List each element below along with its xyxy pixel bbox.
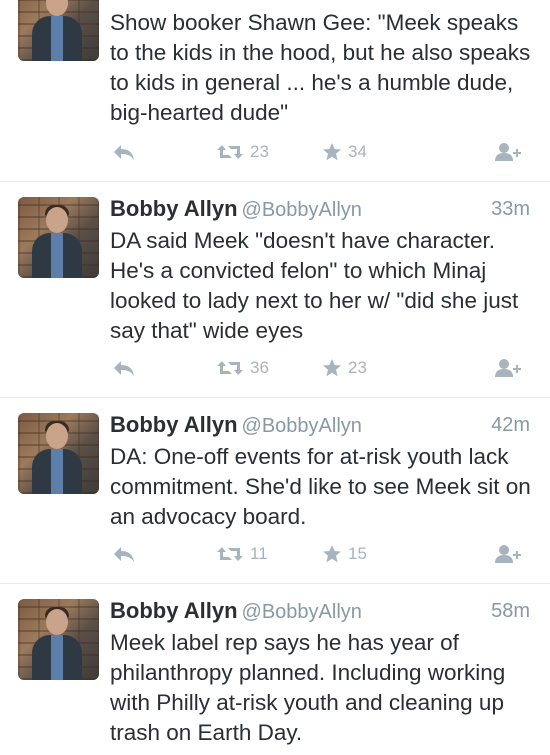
tweet-text: Show booker Shawn Gee: "Meek speaks to t… [110,10,531,125]
follow-user-icon [495,359,521,377]
reply-icon [114,547,134,562]
author-name[interactable]: Bobby Allyn @BobbyAllyn [110,196,362,222]
author-name[interactable]: Bobby Allyn @BobbyAllyn [110,412,362,438]
favorite-count: 15 [348,544,367,563]
author-handle[interactable]: @BobbyAllyn [242,415,362,437]
author-handle[interactable]: @BobbyAllyn [242,199,362,221]
avatar[interactable] [18,599,99,680]
reply-button[interactable] [112,539,136,569]
tweet-timestamp[interactable]: 33m [491,198,530,221]
tweet-actions: 36 23 [110,353,530,383]
author-handle[interactable]: @BobbyAllyn [242,601,362,623]
tweet[interactable]: Bobby Allyn @BobbyAllyn 42m DA: One-off e… [0,398,550,582]
retweet-icon [217,361,243,375]
favorite-button[interactable]: 15 [322,539,367,569]
retweet-icon [217,145,243,159]
retweet-button[interactable]: 23 [216,137,269,167]
tweet[interactable]: Bobby Allyn @BobbyAllyn 33m DA said Meek … [0,182,550,396]
follow-user-icon [495,143,521,161]
retweet-count: 11 [250,544,268,563]
avatar[interactable] [18,197,99,278]
retweet-button[interactable]: 11 [216,539,268,569]
favorite-button[interactable]: 23 [322,353,367,383]
tweet[interactable]: Bobby Allyn @BobbyAllyn 58m Meek label re… [0,584,550,755]
tweet-text: Meek label rep says he has year of phila… [110,630,506,745]
follow-button[interactable] [494,353,524,383]
favorite-count: 23 [348,358,367,377]
reply-icon [114,145,134,160]
favorite-star-icon [323,545,341,563]
follow-button[interactable] [494,137,524,167]
favorite-star-icon [323,359,341,377]
tweet-text: DA: One-off events for at-risk youth lac… [110,444,531,529]
reply-button[interactable] [112,137,136,167]
author-name[interactable]: Bobby Allyn @BobbyAllyn [110,598,362,624]
retweet-count: 23 [250,142,269,161]
retweet-count: 36 [250,358,269,377]
tweet-text: DA said Meek "doesn't have character. He… [110,228,519,343]
avatar[interactable] [18,0,99,61]
follow-button[interactable] [494,539,524,569]
follow-user-icon [495,545,521,563]
tweet-timestamp[interactable]: 42m [491,414,530,437]
tweet-actions: 23 34 [110,137,530,167]
tweet-actions: 11 15 [110,539,530,569]
favorite-count: 34 [348,142,367,161]
tweet-timestamp[interactable]: 58m [491,600,530,623]
retweet-icon [217,547,243,561]
favorite-star-icon [323,143,341,161]
retweet-button[interactable]: 36 [216,353,269,383]
avatar[interactable] [18,413,99,494]
reply-icon [114,361,134,376]
reply-button[interactable] [112,353,136,383]
tweet[interactable]: Show booker Shawn Gee: "Meek speaks to t… [0,0,550,180]
favorite-button[interactable]: 34 [322,137,367,167]
